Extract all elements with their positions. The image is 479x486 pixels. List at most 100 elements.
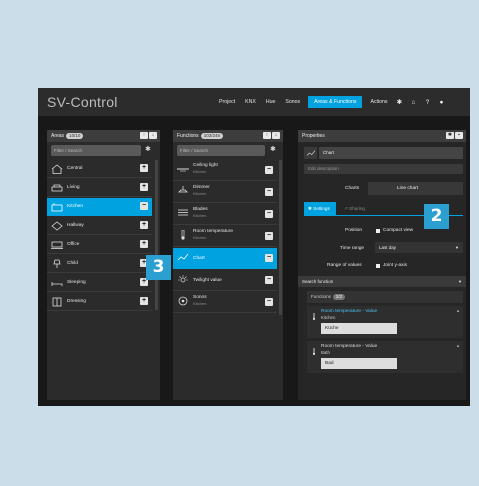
remove-button[interactable]: −: [265, 232, 273, 240]
tab-settings-label: Settings: [313, 206, 330, 211]
functions-header: Functions 103/246 ↑ ↓: [173, 130, 283, 142]
entry-area: Kitchen: [321, 315, 336, 320]
remove-button[interactable]: −: [265, 298, 273, 306]
properties-title: Properties: [302, 133, 325, 139]
remove-button[interactable]: −: [265, 188, 273, 196]
function-entry: Room temperature - Value Bath Bad ▪: [307, 341, 463, 373]
user-icon[interactable]: ●: [434, 99, 448, 106]
tab-sharing-label: Sharing: [349, 206, 365, 211]
menu-project[interactable]: Project: [214, 88, 240, 116]
time-range-label: Time range: [340, 246, 365, 251]
settings-gear-icon[interactable]: ✱: [446, 132, 454, 139]
blinds-icon: [178, 209, 188, 216]
function-item-chart[interactable]: Chart −: [173, 248, 277, 269]
function-item-ceiling-light[interactable]: Ceiling light Kitchen −: [173, 160, 277, 181]
entry-label-input[interactable]: Bad: [321, 358, 397, 369]
add-button[interactable]: +: [140, 164, 148, 172]
area-item-office[interactable]: Office +: [47, 236, 152, 254]
gear-icon[interactable]: ✱: [392, 98, 406, 106]
chart-type-icon-box: [304, 147, 317, 159]
chart-type-select[interactable]: Line chart: [368, 182, 463, 195]
menu-actions[interactable]: Actions: [365, 88, 392, 116]
move-down-button[interactable]: ↓: [272, 132, 280, 139]
remove-button[interactable]: −: [265, 166, 273, 174]
search-function-select[interactable]: Search function ▼: [298, 276, 466, 287]
wardrobe-icon: [52, 297, 62, 307]
add-button[interactable]: +: [140, 221, 148, 229]
areas-header: Areas 10/10 ↑ ↓: [47, 130, 160, 142]
area-item-kitchen[interactable]: Kitchen −: [47, 198, 152, 216]
desk-icon: [51, 241, 63, 249]
areas-scrollbar[interactable]: [155, 160, 158, 310]
functions-subheader: Functions 2/2: [307, 291, 463, 303]
description-input[interactable]: Edit description: [304, 164, 463, 174]
trash-icon[interactable]: ▪: [457, 309, 459, 315]
menu-areas-functions[interactable]: Areas & Functions: [308, 96, 363, 108]
move-down-button[interactable]: ↓: [149, 132, 157, 139]
functions-title: Functions: [177, 133, 199, 139]
functions-filter-gear-icon[interactable]: ✱: [270, 145, 276, 153]
area-label: Child: [67, 261, 78, 266]
move-up-button[interactable]: ↑: [263, 132, 271, 139]
areas-panel: Areas 10/10 ↑ ↓ Filter / Search ✱ Central…: [47, 130, 160, 400]
remove-button[interactable]: −: [265, 210, 273, 218]
compact-view-checkbox[interactable]: [376, 229, 380, 233]
move-up-button[interactable]: ↑: [140, 132, 148, 139]
area-item-child[interactable]: Child +: [47, 255, 152, 273]
chevron-down-icon: ▼: [455, 245, 459, 250]
remove-button[interactable]: −: [265, 254, 273, 262]
areas-search-input[interactable]: Filter / Search: [51, 145, 141, 156]
areas-filter-gear-icon[interactable]: ✱: [145, 145, 151, 153]
functions-search-input[interactable]: Filter / Search: [177, 145, 265, 156]
time-range-value: Last day: [379, 245, 397, 250]
area-item-dressing[interactable]: Dressing +: [47, 293, 152, 311]
add-button[interactable]: +: [140, 297, 148, 305]
functions-scrollbar[interactable]: [279, 160, 282, 315]
home-icon[interactable]: ⌂: [406, 99, 420, 106]
menu-sonos[interactable]: Sonos: [280, 88, 305, 116]
add-button[interactable]: +: [140, 183, 148, 191]
function-item-sonos[interactable]: Sonos Kitchen −: [173, 292, 277, 313]
function-item-twilight-value[interactable]: Twilight value −: [173, 270, 277, 291]
area-item-living[interactable]: Living +: [47, 179, 152, 197]
function-item-dimmer[interactable]: Dimmer Kitchen −: [173, 182, 277, 203]
hallway-icon: [51, 221, 63, 231]
lamp-icon: [53, 259, 61, 268]
function-item-blades[interactable]: Blades Kitchen −: [173, 204, 277, 225]
line-chart-icon: [306, 150, 315, 156]
joint-axis-checkbox[interactable]: [376, 264, 380, 268]
function-name-input[interactable]: Chart: [319, 147, 463, 159]
chevron-down-icon: ▼: [458, 279, 462, 284]
add-button[interactable]: +: [140, 240, 148, 248]
tab-settings[interactable]: ✱ Settings: [304, 202, 336, 215]
properties-header: Properties ✱ ▪: [298, 130, 466, 142]
function-title: Sonos: [193, 295, 207, 300]
time-range-select[interactable]: Last day ▼: [375, 242, 463, 253]
tab-sharing[interactable]: ↗ Sharing: [340, 202, 380, 215]
function-title: Twilight value: [193, 278, 222, 283]
function-item-room-temperature[interactable]: Room temperature Kitchen −: [173, 226, 277, 247]
remove-button[interactable]: −: [140, 202, 148, 210]
entry-area: Bath: [321, 350, 330, 355]
help-icon[interactable]: ?: [420, 99, 434, 106]
menu-hue[interactable]: Hue: [261, 88, 281, 116]
area-item-central[interactable]: Central +: [47, 160, 152, 178]
area-item-hallway[interactable]: Hallway +: [47, 217, 152, 235]
trash-icon[interactable]: ▪: [457, 344, 459, 350]
area-label: Office: [67, 242, 80, 247]
house-icon: [51, 164, 63, 174]
entry-label-input[interactable]: Küche: [321, 323, 397, 334]
thermometer-icon: [181, 230, 185, 240]
callout-3: 3: [146, 255, 171, 280]
callout-2: 2: [424, 204, 449, 229]
function-title: Chart: [193, 256, 205, 261]
delete-icon[interactable]: ▪: [455, 132, 463, 139]
sun-icon: [178, 275, 188, 283]
menu-knx[interactable]: KNX: [240, 88, 261, 116]
compact-view-label: Compact view: [383, 228, 414, 233]
speaker-icon: [178, 296, 188, 306]
position-label: Position: [345, 228, 363, 233]
area-item-sleeping[interactable]: Sleeping +: [47, 274, 152, 292]
remove-button[interactable]: −: [265, 276, 273, 284]
top-bar: SV-Control Project KNX Hue Sonos Areas &…: [38, 88, 470, 116]
